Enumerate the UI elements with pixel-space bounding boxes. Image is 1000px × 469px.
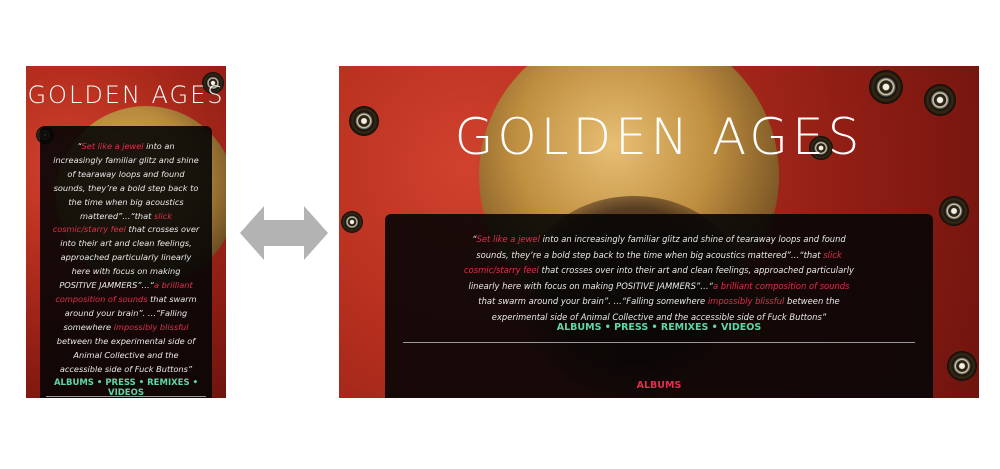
section-heading-albums: ALBUMS <box>636 380 682 391</box>
press-quote: “Set like a jewel into an increasingly f… <box>461 232 857 325</box>
nav-press[interactable]: PRESS <box>614 322 648 333</box>
content-panel: “Set like a jewel into an increasingly f… <box>40 126 212 398</box>
press-quote: “Set like a jewel into an increasingly f… <box>52 140 200 376</box>
quote-highlight: Set like a jewel <box>81 141 144 151</box>
nav-separator: • <box>192 378 199 388</box>
site-title: GOLDEN AGES <box>27 81 225 109</box>
quote-highlight: impossibly blissful <box>113 321 189 332</box>
nav-separator: • <box>651 322 658 333</box>
nav-albums[interactable]: ALBUMS <box>54 378 94 388</box>
double-arrow-icon <box>240 206 328 260</box>
nav-remixes[interactable]: REMIXES <box>147 378 189 388</box>
quote-text: that swarm around your brain”. …“Falling… <box>478 296 708 306</box>
nav-separator: • <box>604 322 611 333</box>
quote-highlight: a brilliant composition of sounds <box>712 280 850 291</box>
nav-separator: • <box>96 378 103 388</box>
content-panel: “Set like a jewel into an increasingly f… <box>385 214 933 398</box>
nav-press[interactable]: PRESS <box>105 378 135 388</box>
quote-highlight: impossibly blissful <box>707 296 785 306</box>
mobile-screenshot: GOLDEN AGES “Set like a jewel into an in… <box>26 66 226 398</box>
nav-separator: • <box>138 378 145 388</box>
flower-decoration <box>341 211 363 233</box>
nav-remixes[interactable]: REMIXES <box>661 322 708 333</box>
nav-videos[interactable]: VIDEOS <box>721 322 761 333</box>
quote-text: into an increasingly familiar glitz and … <box>53 141 199 221</box>
flower-decoration <box>947 351 977 381</box>
desktop-screenshot: GOLDEN AGES “Set like a jewel into an in… <box>339 66 979 398</box>
site-title: GOLDEN AGES <box>454 108 864 166</box>
divider <box>46 396 206 397</box>
flower-decoration <box>939 196 969 226</box>
quote-text: between the experimental side of Animal … <box>56 335 196 374</box>
divider <box>403 342 915 343</box>
quote-highlight: Set like a jewel <box>476 234 540 244</box>
main-nav: ALBUMS • PRESS • REMIXES • VIDEOS <box>40 378 212 398</box>
flower-decoration <box>869 70 903 104</box>
main-nav: ALBUMS • PRESS • REMIXES • VIDEOS <box>385 322 933 333</box>
nav-albums[interactable]: ALBUMS <box>557 322 602 333</box>
nav-separator: • <box>711 322 718 333</box>
